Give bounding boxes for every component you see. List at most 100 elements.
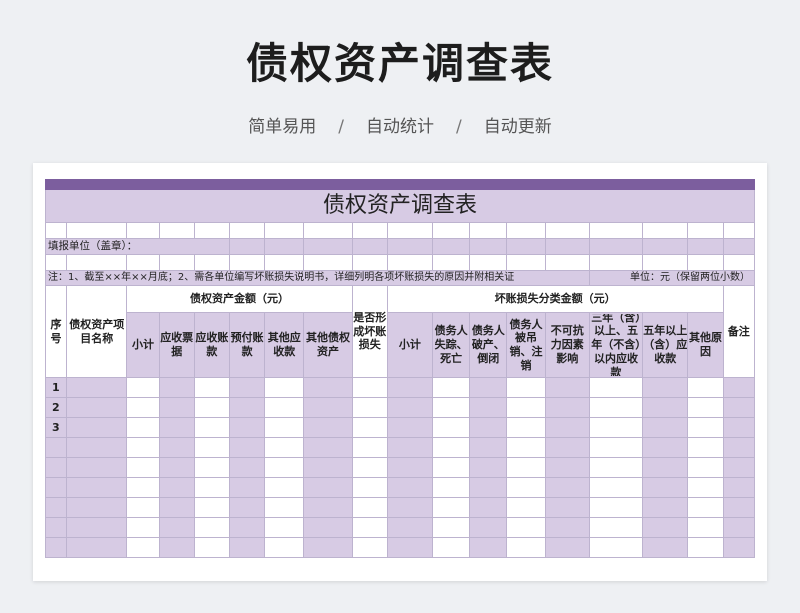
table-cell[interactable]: [66, 477, 128, 498]
table-cell[interactable]: [386, 517, 434, 538]
row-seq-cell[interactable]: 3: [44, 417, 68, 438]
table-cell[interactable]: [588, 377, 644, 398]
table-cell[interactable]: [66, 437, 128, 458]
table-cell[interactable]: [588, 537, 644, 558]
table-cell[interactable]: [386, 457, 434, 478]
table-cell[interactable]: [158, 537, 195, 558]
table-cell[interactable]: [303, 437, 353, 458]
table-cell[interactable]: [506, 377, 546, 398]
table-cell[interactable]: [386, 437, 434, 458]
table-cell[interactable]: [432, 417, 471, 438]
table-cell[interactable]: [66, 397, 128, 418]
table-cell[interactable]: [193, 517, 230, 538]
table-cell[interactable]: [544, 417, 590, 438]
table-cell[interactable]: [506, 477, 546, 498]
table-cell[interactable]: [588, 477, 644, 498]
table-cell[interactable]: [158, 457, 195, 478]
table-cell[interactable]: [506, 497, 546, 518]
table-cell[interactable]: [193, 477, 230, 498]
table-cell[interactable]: [126, 477, 160, 498]
table-cell[interactable]: [228, 437, 266, 458]
table-cell[interactable]: [588, 497, 644, 518]
table-cell[interactable]: [544, 397, 590, 418]
table-cell[interactable]: [386, 477, 434, 498]
table-cell[interactable]: [687, 437, 724, 458]
table-cell[interactable]: [506, 517, 546, 538]
table-cell[interactable]: [303, 497, 353, 518]
table-cell[interactable]: [158, 477, 195, 498]
table-cell[interactable]: [588, 457, 644, 478]
table-cell[interactable]: [264, 497, 305, 518]
table-cell[interactable]: [469, 437, 508, 458]
table-cell[interactable]: [432, 457, 471, 478]
table-cell[interactable]: [66, 377, 128, 398]
table-cell[interactable]: [687, 417, 724, 438]
table-cell[interactable]: [303, 397, 353, 418]
table-cell[interactable]: [544, 537, 590, 558]
table-cell[interactable]: [264, 457, 305, 478]
table-cell[interactable]: [193, 437, 230, 458]
table-cell[interactable]: [722, 537, 756, 558]
table-cell[interactable]: [506, 417, 546, 438]
table-cell[interactable]: [642, 517, 689, 538]
table-cell[interactable]: [722, 497, 756, 518]
table-cell[interactable]: [264, 437, 305, 458]
table-cell[interactable]: [642, 457, 689, 478]
table-cell[interactable]: [264, 517, 305, 538]
table-cell[interactable]: [228, 517, 266, 538]
table-cell[interactable]: [303, 377, 353, 398]
row-seq-cell[interactable]: 2: [44, 397, 68, 418]
table-cell[interactable]: [469, 497, 508, 518]
table-cell[interactable]: [66, 537, 128, 558]
table-cell[interactable]: [386, 397, 434, 418]
table-cell[interactable]: [506, 397, 546, 418]
table-cell[interactable]: [228, 397, 266, 418]
table-cell[interactable]: [264, 537, 305, 558]
table-cell[interactable]: [303, 457, 353, 478]
table-cell[interactable]: [158, 417, 195, 438]
table-cell[interactable]: [642, 377, 689, 398]
table-cell[interactable]: [351, 517, 388, 538]
table-cell[interactable]: [228, 457, 266, 478]
table-cell[interactable]: [126, 377, 160, 398]
table-cell[interactable]: [588, 517, 644, 538]
table-cell[interactable]: [469, 517, 508, 538]
table-cell[interactable]: [469, 537, 508, 558]
table-cell[interactable]: [126, 397, 160, 418]
table-cell[interactable]: [66, 417, 128, 438]
table-cell[interactable]: [642, 477, 689, 498]
table-cell[interactable]: [642, 417, 689, 438]
table-cell[interactable]: [126, 537, 160, 558]
table-cell[interactable]: [506, 457, 546, 478]
table-cell[interactable]: [158, 397, 195, 418]
table-cell[interactable]: [469, 477, 508, 498]
table-cell[interactable]: [544, 377, 590, 398]
table-cell[interactable]: [386, 417, 434, 438]
table-cell[interactable]: [687, 457, 724, 478]
table-cell[interactable]: [351, 497, 388, 518]
table-cell[interactable]: [193, 537, 230, 558]
table-cell[interactable]: [687, 477, 724, 498]
table-cell[interactable]: [66, 457, 128, 478]
table-cell[interactable]: [228, 497, 266, 518]
table-cell[interactable]: [228, 477, 266, 498]
table-cell[interactable]: [642, 497, 689, 518]
table-cell[interactable]: [687, 537, 724, 558]
table-cell[interactable]: [722, 457, 756, 478]
table-cell[interactable]: [544, 437, 590, 458]
table-cell[interactable]: [722, 437, 756, 458]
table-cell[interactable]: [642, 397, 689, 418]
table-cell[interactable]: [432, 477, 471, 498]
row-seq-cell[interactable]: [44, 477, 68, 498]
table-cell[interactable]: [228, 417, 266, 438]
table-cell[interactable]: [351, 377, 388, 398]
table-cell[interactable]: [722, 517, 756, 538]
table-cell[interactable]: [506, 437, 546, 458]
row-seq-cell[interactable]: [44, 437, 68, 458]
table-cell[interactable]: [193, 457, 230, 478]
table-cell[interactable]: [351, 477, 388, 498]
table-cell[interactable]: [722, 377, 756, 398]
table-cell[interactable]: [351, 397, 388, 418]
table-cell[interactable]: [303, 417, 353, 438]
table-cell[interactable]: [588, 397, 644, 418]
